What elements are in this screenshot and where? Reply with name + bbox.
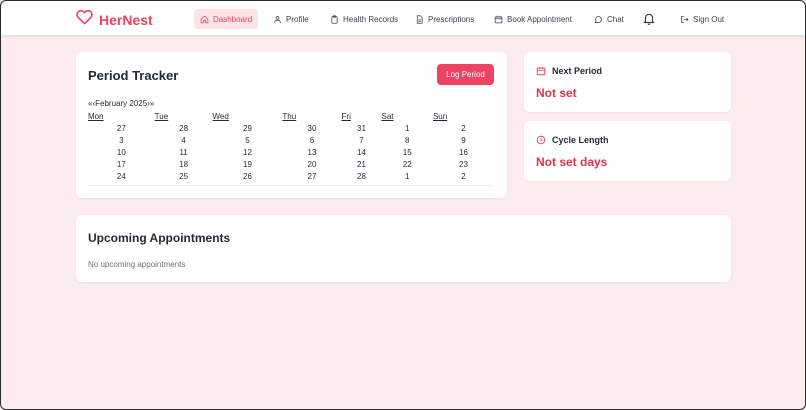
calendar-week-row: 27 28 29 30 31 1 2 bbox=[88, 122, 494, 134]
next-period-value: Not set bbox=[536, 86, 577, 100]
calendar-day[interactable]: 5 bbox=[213, 134, 283, 146]
calendar-icon bbox=[494, 15, 503, 23]
nav-health-records[interactable]: Health Records bbox=[324, 9, 404, 29]
calendar-day[interactable]: 30 bbox=[282, 122, 341, 134]
calendar-day[interactable]: 11 bbox=[155, 146, 213, 158]
weekday-header: Fri bbox=[341, 111, 351, 121]
top-navbar: HerNest Dashboard Profile Health Records… bbox=[1, 1, 805, 35]
calendar-icon bbox=[536, 66, 546, 76]
log-out-icon bbox=[681, 15, 689, 23]
next-period-label: Next Period bbox=[552, 66, 603, 76]
cycle-length-card: Cycle Length Not set days bbox=[524, 121, 731, 181]
nav-health-records-label: Health Records bbox=[343, 14, 399, 24]
weekday-header: Mon bbox=[88, 111, 104, 121]
weekday-header: Wed bbox=[212, 111, 229, 121]
brand-name: HerNest bbox=[99, 11, 153, 28]
calendar-week-row: 3456789 bbox=[88, 134, 494, 146]
period-tracker-title: Period Tracker bbox=[88, 68, 179, 83]
calendar-day[interactable]: 25 bbox=[155, 171, 213, 183]
calendar-day[interactable]: 22 bbox=[381, 159, 432, 171]
calendar-day[interactable]: 27 bbox=[88, 122, 155, 134]
calendar-day[interactable]: 16 bbox=[433, 146, 494, 158]
nav-chat[interactable]: Chat bbox=[588, 9, 630, 29]
file-icon bbox=[416, 14, 423, 24]
chat-icon bbox=[594, 15, 602, 23]
calendar-day[interactable]: 19 bbox=[213, 159, 283, 171]
calendar-day[interactable]: 12 bbox=[213, 146, 283, 158]
calendar-day[interactable]: 7 bbox=[342, 134, 382, 146]
nav-dashboard-label: Dashboard bbox=[213, 14, 253, 24]
calendar-day[interactable]: 18 bbox=[155, 159, 213, 171]
calendar-day[interactable]: 29 bbox=[213, 122, 283, 134]
calendar-month-label[interactable]: February 2025 bbox=[95, 99, 147, 108]
nav-profile-label: Profile bbox=[286, 14, 309, 24]
clipboard-icon bbox=[331, 14, 338, 24]
calendar-grid: Mon Tue Wed Thu Fri Sat Sun 27 28 29 30 31 1 2… bbox=[88, 110, 494, 183]
log-period-button[interactable]: Log Period bbox=[437, 64, 494, 85]
calendar-day[interactable]: 1 bbox=[381, 122, 432, 134]
calendar-day[interactable]: 2 bbox=[433, 122, 494, 134]
nav-book-appointment[interactable]: Book Appointment bbox=[488, 9, 578, 29]
home-icon bbox=[200, 15, 209, 23]
nav-dashboard[interactable]: Dashboard bbox=[194, 9, 259, 29]
calendar-day[interactable]: 26 bbox=[213, 171, 283, 183]
upcoming-appointments-card: Upcoming Appointments No upcoming appoin… bbox=[76, 215, 731, 282]
weekday-header: Tue bbox=[154, 111, 169, 121]
calendar-day[interactable]: 31 bbox=[342, 122, 382, 134]
weekday-header: Sat bbox=[381, 111, 394, 121]
calendar-divider bbox=[88, 185, 494, 186]
calendar-day[interactable]: 28 bbox=[342, 171, 382, 183]
calendar-day[interactable]: 23 bbox=[433, 159, 494, 171]
bell-icon[interactable] bbox=[642, 12, 656, 26]
user-icon bbox=[274, 15, 281, 23]
nav-book-appointment-label: Book Appointment bbox=[507, 14, 572, 24]
weekday-header: Sun bbox=[432, 111, 448, 121]
weekday-header-row: Mon Tue Wed Thu Fri Sat Sun bbox=[88, 110, 494, 122]
calendar-day[interactable]: 17 bbox=[88, 159, 155, 171]
calendar-day[interactable]: 8 bbox=[381, 134, 432, 146]
nav-prescriptions[interactable]: Prescriptions bbox=[409, 9, 480, 29]
calendar-day[interactable]: 20 bbox=[282, 159, 341, 171]
calendar-day[interactable]: 10 bbox=[88, 146, 155, 158]
calendar-week-row: 10 11 12 13 14 15 16 bbox=[88, 146, 494, 158]
calendar-day[interactable]: 15 bbox=[381, 146, 432, 158]
heart-icon bbox=[76, 9, 93, 30]
nav-prescriptions-label: Prescriptions bbox=[428, 14, 475, 24]
calendar-day[interactable]: 14 bbox=[342, 146, 382, 158]
calendar-day[interactable]: 24 bbox=[88, 171, 155, 183]
period-tracker-card: Period Tracker Log Period « ‹ February 2… bbox=[76, 52, 507, 198]
calendar-day[interactable]: 4 bbox=[155, 134, 213, 146]
next-period-card: Next Period Not set bbox=[524, 52, 731, 112]
calendar-day[interactable]: 1 bbox=[381, 171, 432, 183]
brand-logo[interactable]: HerNest bbox=[76, 9, 153, 30]
cycle-length-label: Cycle Length bbox=[552, 135, 609, 145]
calendar-day[interactable]: 27 bbox=[282, 171, 341, 183]
no-appointments-message: No upcoming appointments bbox=[88, 260, 186, 269]
calendar-day[interactable]: 2 bbox=[433, 171, 494, 183]
sign-out-button[interactable]: Sign Out bbox=[674, 9, 730, 29]
clock-icon bbox=[536, 135, 546, 145]
calendar-day[interactable]: 13 bbox=[282, 146, 341, 158]
cycle-length-value: Not set days bbox=[536, 155, 608, 169]
weekday-header: Thu bbox=[282, 111, 297, 121]
calendar-day[interactable]: 21 bbox=[342, 159, 382, 171]
nav-chat-label: Chat bbox=[607, 14, 624, 24]
calendar-week-row: 17 18 19 20 21 22 23 bbox=[88, 159, 494, 171]
calendar-day[interactable]: 6 bbox=[282, 134, 341, 146]
calendar-navigation: « ‹ February 2025 › » bbox=[88, 99, 154, 108]
calendar-day[interactable]: 9 bbox=[433, 134, 494, 146]
calendar-week-row: 24 25 26 27 28 1 2 bbox=[88, 171, 494, 183]
calendar-day[interactable]: 3 bbox=[88, 134, 155, 146]
calendar-day[interactable]: 28 bbox=[155, 122, 213, 134]
next-year-button[interactable]: » bbox=[150, 99, 154, 108]
sign-out-label: Sign Out bbox=[693, 14, 725, 24]
nav-profile[interactable]: Profile bbox=[267, 9, 315, 29]
upcoming-appointments-title: Upcoming Appointments bbox=[88, 231, 231, 245]
